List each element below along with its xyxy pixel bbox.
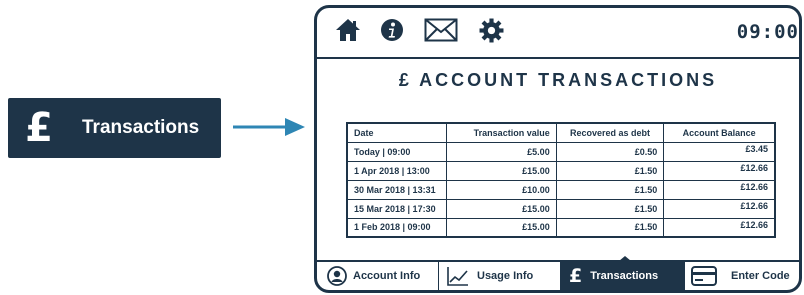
cell-recovered-as-debt: £1.50: [555, 160, 665, 181]
header-account-balance: Account Balance: [663, 122, 776, 143]
header-recovered-as-debt: Recovered as debt: [555, 122, 665, 143]
tab-usage-info[interactable]: Usage Info: [439, 262, 561, 290]
cell-date: 15 Mar 2018 | 17:30: [346, 198, 448, 219]
pound-icon: £: [25, 105, 53, 151]
table-row: Today | 09:00 £5.00 £0.50 £3.45: [346, 141, 776, 162]
transactions-callout: £ Transactions: [8, 98, 221, 158]
arrow-right-icon: [233, 118, 305, 136]
cell-account-balance: £12.66: [663, 217, 776, 238]
table-header-row: Date Transaction value Recovered as debt…: [346, 122, 776, 143]
cell-account-balance: £3.45: [663, 141, 776, 162]
header-transaction-value: Transaction value: [446, 122, 557, 143]
cell-recovered-as-debt: £1.50: [555, 217, 665, 238]
cell-date: 1 Feb 2018 | 09:00: [346, 217, 448, 238]
cell-transaction-value: £15.00: [446, 198, 557, 219]
tab-transactions[interactable]: £ Transactions: [561, 262, 685, 290]
page-title: £ ACCOUNT TRANSACTIONS: [398, 70, 718, 90]
mail-icon[interactable]: [424, 18, 458, 42]
clock-time: 09:00: [736, 21, 799, 43]
table-row: 15 Mar 2018 | 17:30 £15.00 £1.50 £12.66: [346, 198, 776, 219]
device-screen: 09:00 £ ACCOUNT TRANSACTIONS Date Transa…: [314, 5, 802, 293]
home-icon[interactable]: [335, 18, 361, 42]
table-row: 30 Mar 2018 | 13:31 £10.00 £1.50 £12.66: [346, 179, 776, 200]
user-icon: [327, 266, 347, 286]
tab-label: Account Info: [353, 270, 421, 282]
header-date: Date: [346, 122, 448, 143]
cell-recovered-as-debt: £1.50: [555, 198, 665, 219]
cell-date: Today | 09:00: [346, 141, 448, 162]
tab-label: Enter Code: [731, 270, 790, 282]
cell-transaction-value: £15.00: [446, 160, 557, 181]
card-icon: [691, 266, 717, 286]
top-bar: 09:00: [317, 8, 799, 59]
tab-account-info[interactable]: Account Info: [317, 262, 439, 290]
callout-label: Transactions: [82, 117, 200, 138]
info-icon[interactable]: [380, 18, 404, 42]
tab-label: Transactions: [590, 270, 659, 282]
cell-date: 30 Mar 2018 | 13:31: [346, 179, 448, 200]
cell-account-balance: £12.66: [663, 198, 776, 219]
table-row: 1 Feb 2018 | 09:00 £15.00 £1.50 £12.66: [346, 217, 776, 238]
cell-transaction-value: £5.00: [446, 141, 557, 162]
cell-account-balance: £12.66: [663, 160, 776, 181]
cell-date: 1 Apr 2018 | 13:00: [346, 160, 448, 181]
cell-transaction-value: £10.00: [446, 179, 557, 200]
table-row: 1 Apr 2018 | 13:00 £15.00 £1.50 £12.66: [346, 160, 776, 181]
tab-enter-code[interactable]: Enter Code: [685, 262, 799, 290]
chart-line-icon: [447, 267, 468, 286]
cell-recovered-as-debt: £0.50: [555, 141, 665, 162]
cell-transaction-value: £15.00: [446, 217, 557, 238]
gear-icon[interactable]: [479, 18, 504, 43]
cell-recovered-as-debt: £1.50: [555, 179, 665, 200]
bottom-nav: Account Info Usage Info £ Transactions E…: [317, 260, 799, 290]
cell-account-balance: £12.66: [663, 179, 776, 200]
pound-icon: £: [569, 265, 583, 287]
tab-label: Usage Info: [477, 270, 534, 282]
transactions-table: Date Transaction value Recovered as debt…: [346, 122, 776, 238]
